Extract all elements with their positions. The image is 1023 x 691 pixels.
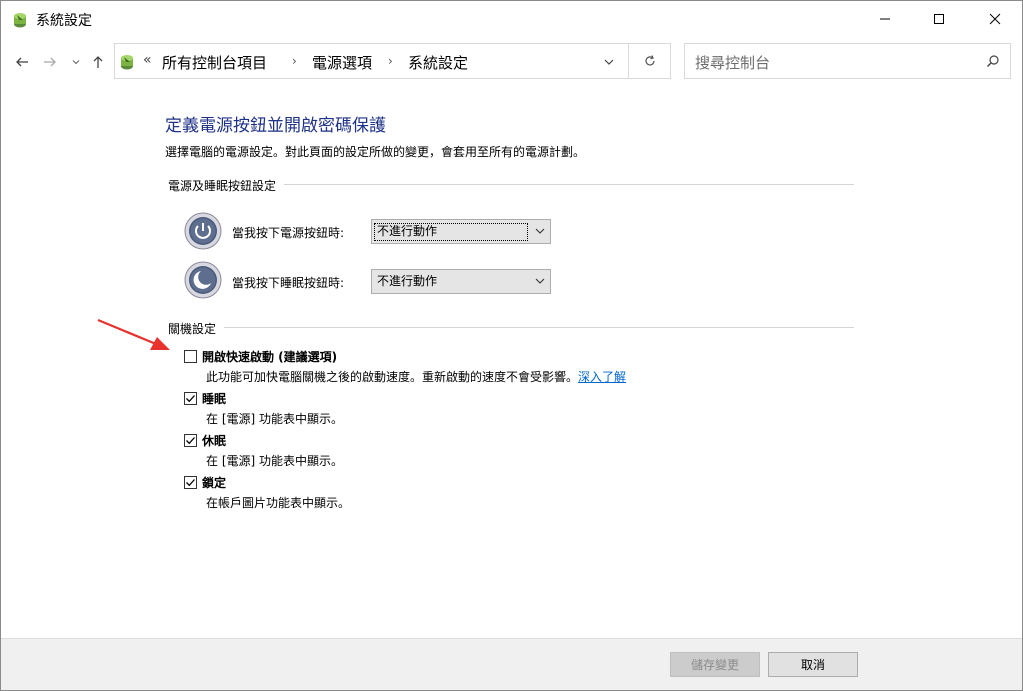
section-heading: 關機設定 xyxy=(168,320,225,337)
maximize-button[interactable] xyxy=(916,1,962,37)
fast-startup-description: 此功能可加快電腦關機之後的啟動速度。重新啟動的速度不會受影響。深入了解 xyxy=(206,368,626,385)
refresh-icon xyxy=(644,55,655,66)
cancel-button[interactable]: 取消 xyxy=(768,652,858,677)
search-icon[interactable] xyxy=(986,54,1000,68)
breadcrumb-separator[interactable]: › xyxy=(292,54,297,68)
title-bar: 系統設定 xyxy=(1,1,1022,37)
learn-more-link[interactable]: 深入了解 xyxy=(578,370,626,384)
lock-label[interactable]: 鎖定 xyxy=(202,474,226,491)
chevron-down-icon xyxy=(535,278,545,284)
up-button[interactable] xyxy=(87,51,109,73)
control-panel-icon xyxy=(121,55,133,70)
search-box[interactable]: 搜尋控制台 xyxy=(684,43,1011,79)
lock-description: 在帳戶圖片功能表中顯示。 xyxy=(206,496,351,510)
arrow-up-icon xyxy=(93,56,103,68)
sleep-button-label: 當我按下睡眠按鈕時: xyxy=(232,276,345,290)
save-changes-button[interactable]: 儲存變更 xyxy=(670,652,760,677)
fast-startup-label[interactable]: 開啟快速啟動 (建議選項) xyxy=(202,348,337,365)
breadcrumb-separator[interactable]: › xyxy=(388,54,393,68)
sleep-description: 在 [電源] 功能表中顯示。 xyxy=(206,412,343,426)
power-button-action-value: 不進行動作 xyxy=(374,223,528,241)
hibernate-checkbox[interactable] xyxy=(184,434,197,447)
breadcrumb-overflow[interactable]: « xyxy=(143,52,152,68)
sleep-button-icon xyxy=(184,261,222,299)
search-input[interactable]: 搜尋控制台 xyxy=(695,52,770,73)
minimize-button[interactable] xyxy=(862,1,908,37)
breadcrumb-system-settings[interactable]: 系統設定 xyxy=(408,52,468,73)
fast-startup-checkbox[interactable] xyxy=(184,350,197,363)
chevron-down-icon xyxy=(535,228,545,234)
navigation-bar: « 所有控制台項目 › 電源選項 › 系統設定 搜尋控制台 xyxy=(1,39,1022,83)
page-title: 定義電源按鈕並開啟密碼保護 xyxy=(165,116,386,136)
forward-button[interactable] xyxy=(39,51,61,73)
page-description: 選擇電腦的電源設定。對此頁面的設定所做的變更，會套用至所有的電源計劃。 xyxy=(165,145,586,159)
checkmark-icon xyxy=(186,395,195,403)
address-dropdown-button[interactable] xyxy=(599,54,619,70)
arrow-left-icon xyxy=(16,57,28,67)
power-button-icon xyxy=(184,212,222,250)
main-content: 定義電源按鈕並開啟密碼保護 選擇電腦的電源設定。對此頁面的設定所做的變更，會套用… xyxy=(1,85,1022,637)
chevron-down-icon xyxy=(604,59,614,65)
sleep-button-action-value: 不進行動作 xyxy=(377,274,438,288)
close-button[interactable] xyxy=(972,1,1018,37)
footer: 儲存變更 取消 xyxy=(1,639,1022,690)
recent-locations-button[interactable] xyxy=(65,51,87,73)
breadcrumb-power-options[interactable]: 電源選項 xyxy=(312,52,372,73)
hibernate-description: 在 [電源] 功能表中顯示。 xyxy=(206,454,343,468)
maximize-icon xyxy=(934,14,944,24)
fast-startup-desc-text: 此功能可加快電腦關機之後的啟動速度。重新啟動的速度不會受影響。 xyxy=(206,370,579,384)
control-panel-icon xyxy=(14,13,26,28)
back-button[interactable] xyxy=(11,51,33,73)
power-button-action-select[interactable]: 不進行動作 xyxy=(371,219,551,244)
shutdown-section-header: 關機設定 xyxy=(168,320,854,337)
section-divider xyxy=(168,327,854,328)
lock-checkbox[interactable] xyxy=(184,476,197,489)
window-title: 系統設定 xyxy=(36,13,92,29)
address-bar[interactable]: « 所有控制台項目 › 電源選項 › 系統設定 xyxy=(114,43,629,79)
power-sleep-section-header: 電源及睡眠按鈕設定 xyxy=(168,177,854,194)
chevron-down-icon xyxy=(72,60,80,65)
sleep-checkbox[interactable] xyxy=(184,392,197,405)
sleep-button-action-select[interactable]: 不進行動作 xyxy=(371,269,551,294)
breadcrumb-all-items[interactable]: 所有控制台項目 xyxy=(162,52,267,73)
close-icon xyxy=(989,13,1001,25)
window: 系統設定 « 所有控制台項目 › 電源選項 › 系統設定 搜尋控制台 定義電源按… xyxy=(0,0,1023,691)
arrow-right-icon xyxy=(44,57,56,67)
sleep-label[interactable]: 睡眠 xyxy=(202,390,226,407)
power-button-label: 當我按下電源按鈕時: xyxy=(232,226,345,240)
checkmark-icon xyxy=(186,479,195,487)
checkmark-icon xyxy=(186,437,195,445)
annotation-arrow-icon xyxy=(97,318,170,350)
refresh-button[interactable] xyxy=(629,43,671,79)
minimize-icon xyxy=(880,18,890,20)
section-heading: 電源及睡眠按鈕設定 xyxy=(168,177,285,194)
hibernate-label[interactable]: 休眠 xyxy=(202,432,226,449)
